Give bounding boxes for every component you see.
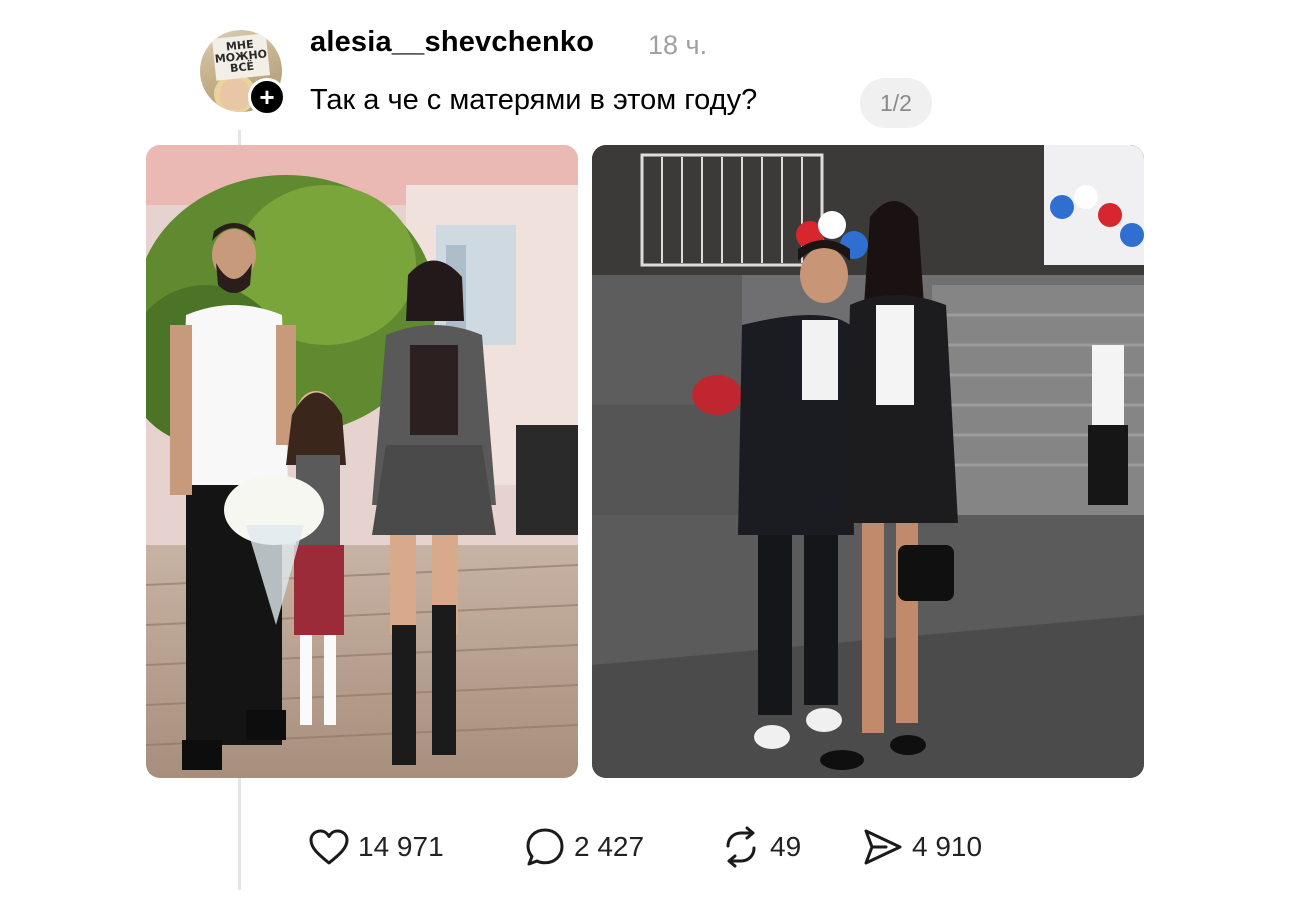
repost-count: 49 — [770, 831, 802, 862]
avatar-face — [220, 78, 250, 110]
username[interactable]: alesia__shevchenko — [310, 26, 594, 59]
follow-button[interactable]: + — [248, 78, 286, 116]
post-time: 18 ч. — [648, 30, 708, 60]
avatar-sign: МНЕ МОЖНО ВСЁ — [211, 33, 271, 81]
plus-icon: + — [259, 82, 275, 112]
send-icon — [864, 829, 902, 865]
share-count: 4 910 — [912, 831, 983, 862]
post-text: Так а че с матерями в этом году? — [310, 84, 758, 116]
like-button[interactable]: 14 971 — [308, 822, 444, 872]
repost-button[interactable]: 49 — [720, 822, 801, 872]
post-image-2[interactable] — [592, 145, 1144, 778]
actions-bar: 14 971 2 427 49 4 910 — [0, 822, 1300, 872]
like-count: 14 971 — [358, 831, 444, 862]
photo-2-illustration — [592, 145, 1144, 778]
repost-icon — [726, 826, 756, 868]
post-image-1[interactable] — [146, 145, 578, 778]
page-indicator: 1/2 — [860, 78, 932, 128]
photo-1-illustration — [146, 145, 578, 778]
heart-icon — [309, 829, 349, 865]
comment-button[interactable]: 2 427 — [524, 822, 644, 872]
comment-count: 2 427 — [574, 831, 645, 862]
share-button[interactable]: 4 910 — [862, 822, 982, 872]
comment-bubble-icon — [526, 828, 564, 866]
